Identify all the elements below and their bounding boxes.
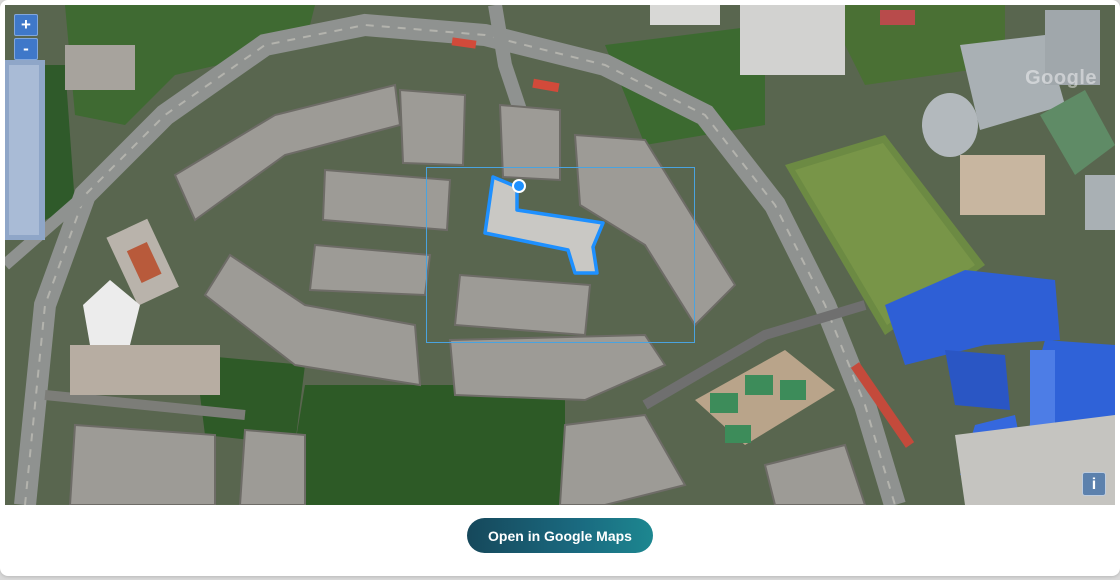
selection-box [426,167,695,343]
map-footer: Open in Google Maps [0,505,1120,576]
satellite-map[interactable]: + - Google i [5,5,1115,505]
open-in-google-maps-button[interactable]: Open in Google Maps [467,518,653,553]
google-watermark: Google [1025,67,1097,89]
zoom-in-button[interactable]: + [14,14,38,36]
map-card: + - Google i Open in Google Maps [0,0,1120,576]
info-button[interactable]: i [1082,472,1106,496]
zoom-out-button[interactable]: - [14,38,38,60]
zoom-controls: + - [14,14,38,60]
